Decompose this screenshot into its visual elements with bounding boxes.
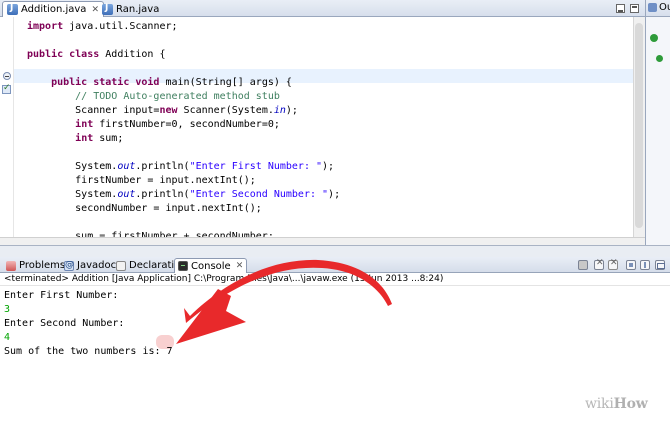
console-output-line: Enter Second Number: (4, 318, 125, 329)
watermark-how: How (613, 396, 648, 412)
tab-javadoc[interactable]: Javadoc (61, 258, 119, 273)
java-file-icon (102, 3, 113, 15)
code-line: import java.util.Scanner; (27, 20, 178, 34)
scroll-lock-icon[interactable] (626, 260, 636, 270)
code-token: // TODO Auto-generated method stub (27, 91, 280, 102)
code-token: in (273, 105, 286, 116)
code-token: int (75, 133, 100, 144)
code-line: Scanner input=new Scanner(System.in); (27, 104, 298, 118)
tab-problems[interactable]: Problems (3, 258, 68, 273)
fold-collapse-icon[interactable] (3, 72, 11, 80)
code-token: ); (328, 189, 341, 200)
pin-console-icon[interactable] (640, 260, 650, 270)
remove-launch-icon[interactable] (594, 258, 604, 270)
pane-splitter[interactable] (0, 245, 670, 257)
console-icon (178, 261, 188, 271)
outline-panel: Ou (645, 0, 670, 252)
code-token: firstNumber=0, secondNumber=0; (99, 119, 280, 130)
editor-tab-ran[interactable]: Ran.java (98, 1, 163, 17)
code-token: ); (285, 105, 298, 116)
code-line: public static void main(String[] args) { (27, 76, 292, 90)
console-output-line: Enter First Number: (4, 290, 119, 301)
editor-tab-addition[interactable]: Addition.java ✕ (2, 1, 104, 17)
outline-tab[interactable]: Ou (646, 0, 670, 17)
close-icon[interactable]: ✕ (236, 261, 244, 271)
problems-icon (6, 260, 16, 271)
tab-label: Javadoc (77, 260, 117, 271)
code-token: import (27, 21, 70, 32)
code-line: // TODO Auto-generated method stub (27, 90, 280, 104)
terminate-icon[interactable] (578, 260, 588, 270)
minimize-editor-button[interactable] (616, 4, 625, 13)
code-token: secondNumber = input.nextInt(); (27, 203, 262, 214)
tab-label: Problems (19, 260, 66, 271)
code-token: "Enter Second Number: " (189, 189, 329, 200)
class-icon[interactable] (650, 34, 658, 42)
editor-gutter (0, 17, 14, 245)
console-user-input: 4 (4, 332, 11, 343)
task-marker-icon[interactable] (2, 83, 11, 94)
code-line: System.out.println("Enter Second Number:… (27, 188, 340, 202)
code-token: sum; (99, 133, 124, 144)
outline-icon (648, 2, 657, 12)
code-token: out (117, 189, 136, 200)
javadoc-icon (64, 260, 74, 271)
code-token: java.util.Scanner; (69, 21, 178, 32)
code-token: int (75, 119, 100, 130)
declaration-icon (116, 260, 126, 271)
display-console-icon[interactable] (655, 260, 665, 270)
tab-label: Console (191, 260, 231, 272)
code-line: public class Addition { (27, 48, 166, 62)
code-line: secondNumber = input.nextInt(); (27, 202, 262, 216)
wikihow-watermark: wikiHow (585, 396, 648, 412)
java-file-icon (7, 3, 18, 15)
code-token: .println( (135, 189, 190, 200)
editor-scroll-thumb[interactable] (635, 23, 643, 228)
code-line: int sum; (27, 132, 123, 146)
code-token: Addition { (105, 49, 166, 60)
code-line: firstNumber = input.nextInt(); (27, 174, 256, 188)
code-line: int firstNumber=0, secondNumber=0; (27, 118, 280, 132)
code-token: "Enter First Number: " (189, 161, 323, 172)
editor-tab-label: Addition.java (21, 4, 87, 15)
code-token: public static void (27, 77, 166, 88)
code-token: Scanner(System. (183, 105, 274, 116)
editor-tab-bar: Addition.java ✕ Ran.java (0, 0, 645, 17)
code-token: firstNumber = input.nextInt(); (27, 175, 256, 186)
code-line: System.out.println("Enter First Number: … (27, 160, 334, 174)
outline-tab-label: Ou (659, 2, 670, 13)
method-icon[interactable] (656, 55, 663, 62)
code-token: public class (27, 49, 106, 60)
editor-horizontal-scrollbar[interactable] (0, 237, 645, 245)
editor-tab-label: Ran.java (116, 3, 160, 15)
code-editor[interactable]: import java.util.Scanner; public class Ad… (0, 17, 645, 245)
code-token: out (117, 161, 136, 172)
remove-all-icon[interactable] (608, 258, 618, 270)
code-token: ); (322, 161, 335, 172)
code-token: main(String[] args) { (165, 77, 292, 88)
code-token: .println( (135, 161, 190, 172)
code-token: System. (27, 189, 118, 200)
tab-console[interactable]: Console ✕ (174, 258, 248, 273)
console-user-input: 3 (4, 304, 11, 315)
code-token: Scanner input= (27, 105, 160, 116)
code-token: new (159, 105, 184, 116)
watermark-wiki: wiki (585, 396, 614, 412)
views-tab-bar: Problems Javadoc Declaration Console ✕ (0, 257, 670, 273)
console-output-line: Sum of the two numbers is: 7 (4, 346, 173, 357)
console-status-line: <terminated> Addition [Java Application]… (0, 273, 670, 286)
maximize-editor-button[interactable] (630, 4, 639, 13)
code-token: System. (27, 161, 118, 172)
